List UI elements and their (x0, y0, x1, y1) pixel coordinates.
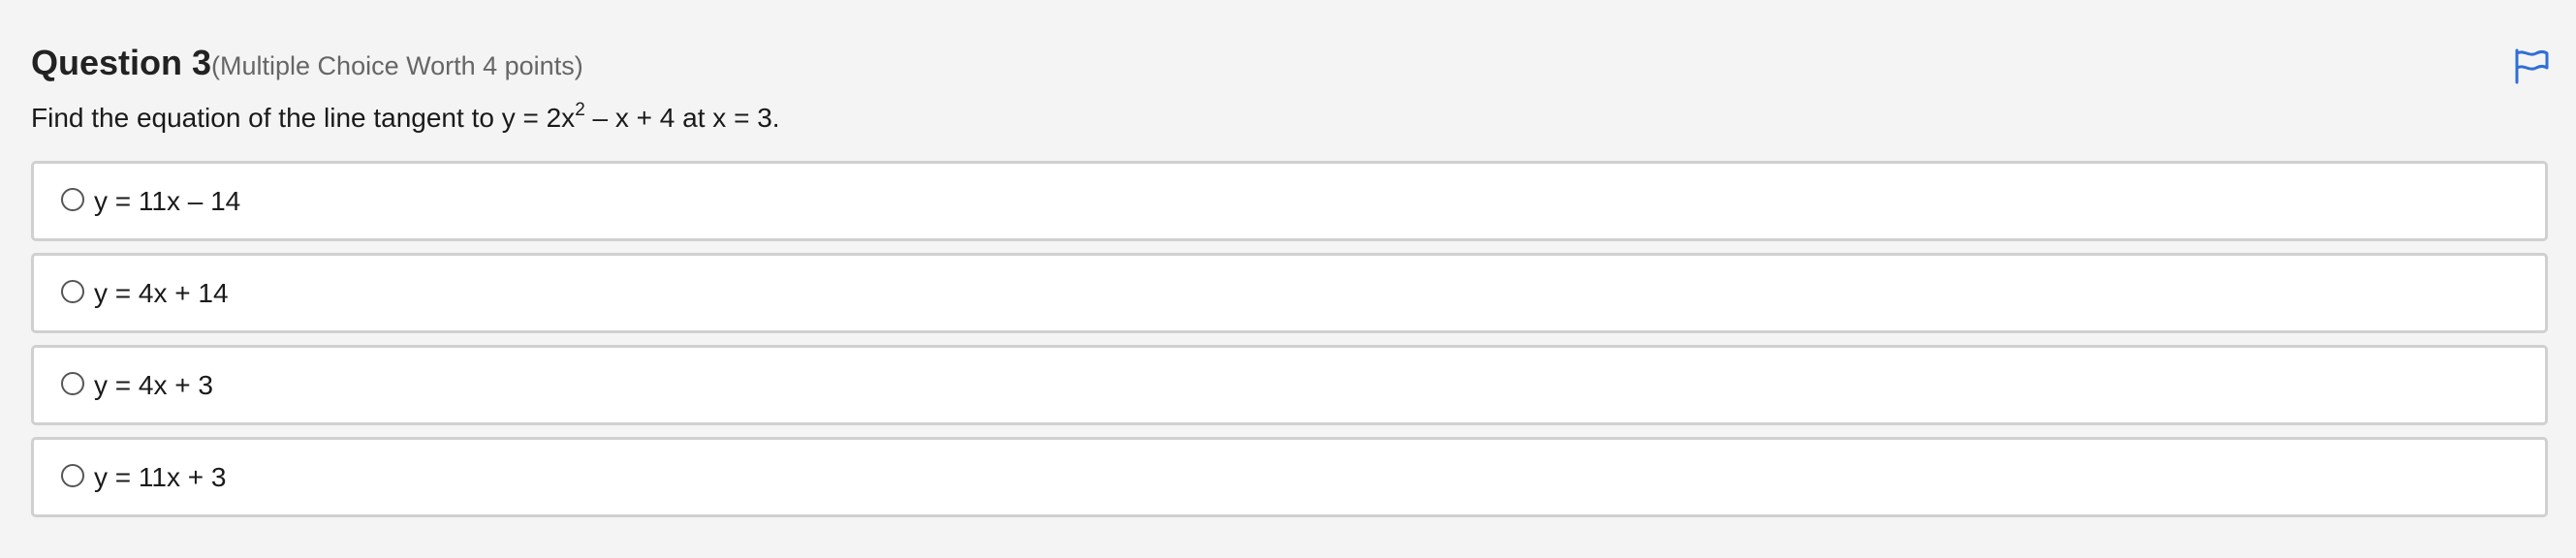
answer-options: y = 11x – 14 y = 4x + 14 y = 4x + 3 y = … (31, 161, 2548, 529)
radio-button[interactable] (61, 463, 84, 487)
answer-option[interactable]: y = 11x – 14 (31, 161, 2548, 241)
flag-question-button[interactable] (2512, 46, 2551, 85)
radio-button[interactable] (61, 371, 84, 395)
radio-button[interactable] (61, 279, 84, 303)
question-prompt: Find the equation of the line tangent to… (31, 99, 780, 134)
answer-option[interactable]: y = 4x + 14 (31, 253, 2548, 333)
answer-option-label: y = 11x + 3 (94, 461, 227, 492)
answer-option-label: y = 4x + 14 (94, 277, 229, 308)
answer-option[interactable]: y = 4x + 3 (31, 345, 2548, 425)
question-page: Question 3 (Multiple Choice Worth 4 poin… (0, 0, 2576, 558)
question-prompt-exponent: 2 (575, 99, 585, 120)
flag-icon (2515, 48, 2549, 84)
question-prompt-text-end: – x + 4 at x = 3. (584, 103, 780, 133)
question-header: Question 3 (Multiple Choice Worth 4 poin… (31, 43, 583, 83)
question-title: Question 3 (31, 43, 212, 82)
question-meta: (Multiple Choice Worth 4 points) (211, 51, 583, 80)
question-prompt-text: Find the equation of the line tangent to… (31, 103, 576, 133)
answer-option[interactable]: y = 11x + 3 (31, 437, 2548, 517)
answer-option-label: y = 4x + 3 (94, 369, 213, 400)
answer-option-label: y = 11x – 14 (94, 185, 241, 216)
radio-button[interactable] (61, 187, 84, 211)
